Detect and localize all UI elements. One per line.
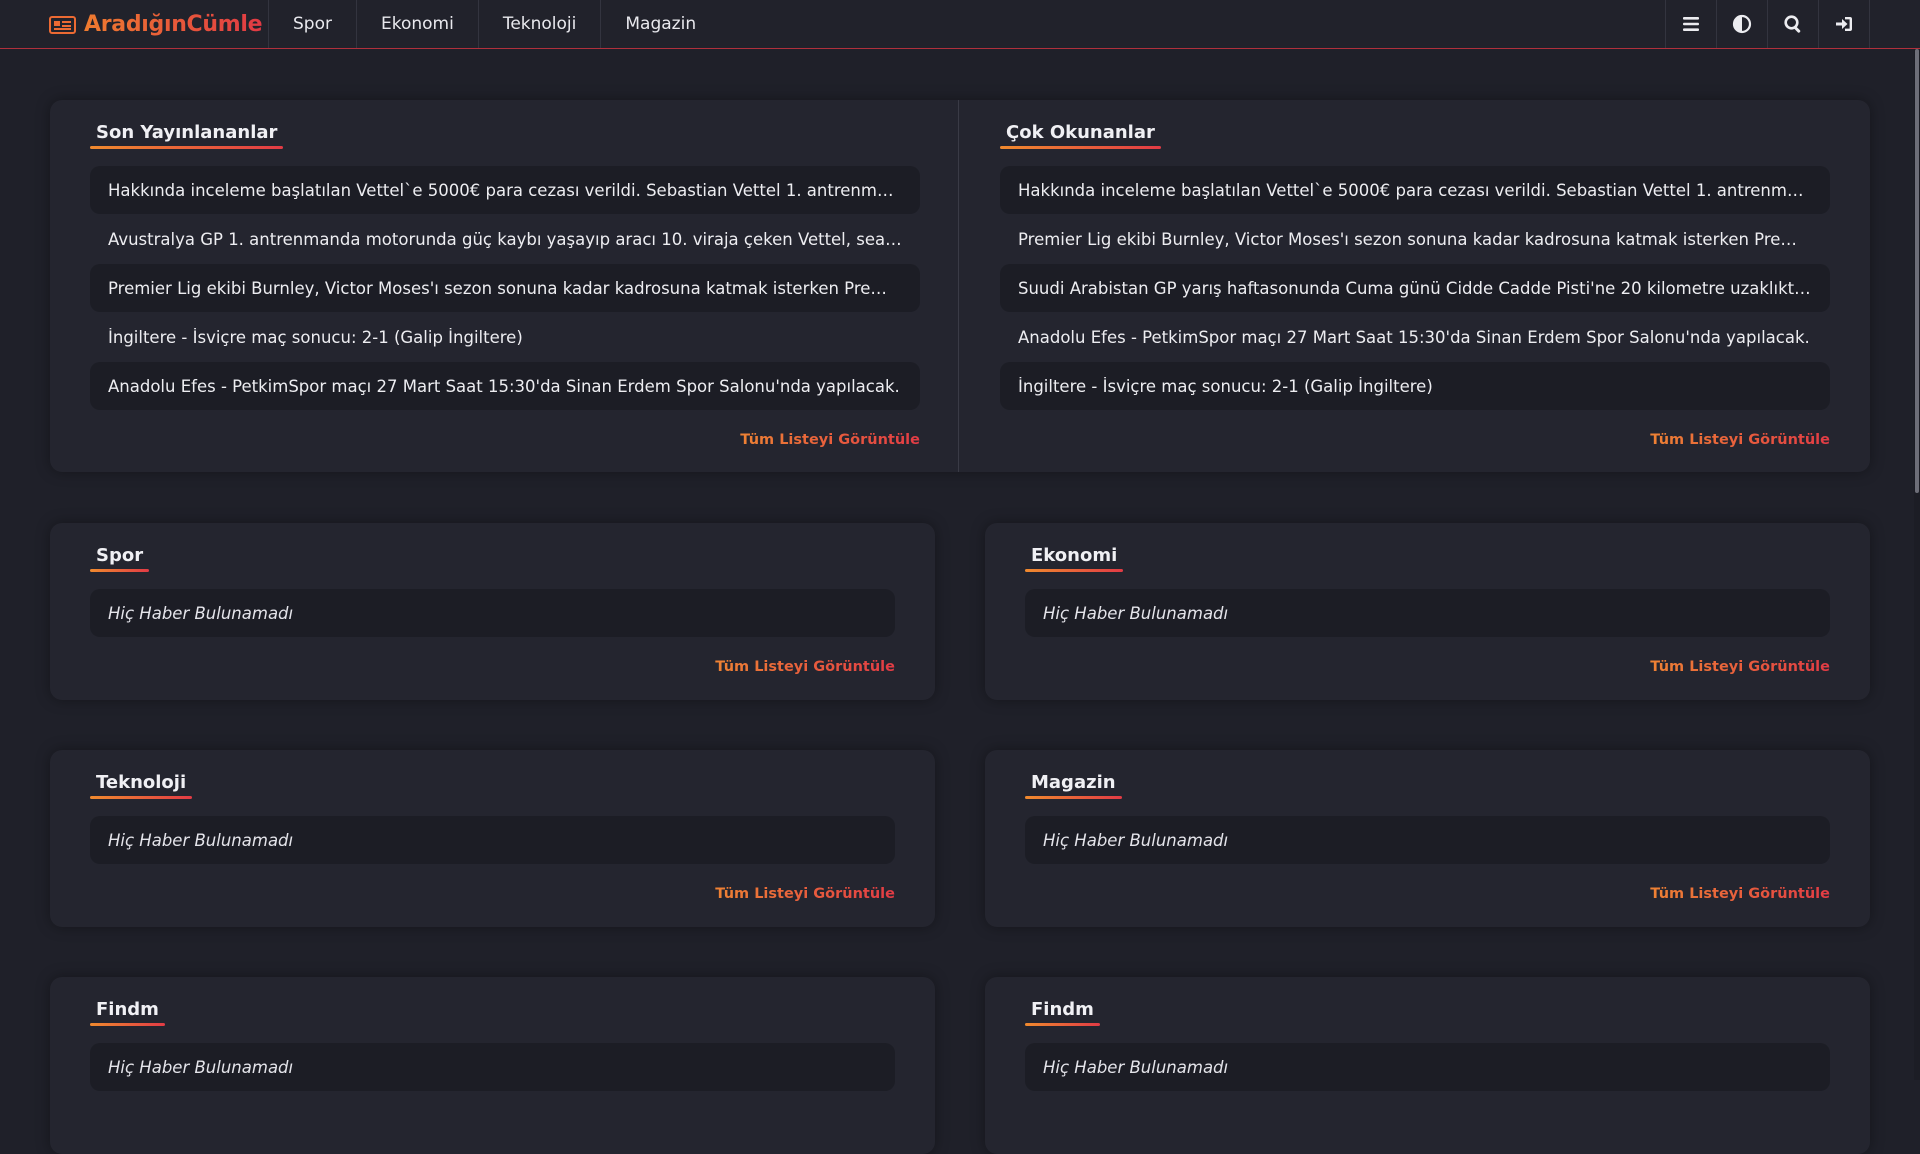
popular-item[interactable]: Suudi Arabistan GP yarış haftasonunda Cu… (1000, 264, 1830, 312)
contrast-icon (1732, 14, 1752, 34)
latest-item[interactable]: Hakkında inceleme başlatılan Vettel`e 50… (90, 166, 920, 214)
category-title: Findm (1025, 999, 1100, 1026)
popular-item[interactable]: Hakkında inceleme başlatılan Vettel`e 50… (1000, 166, 1830, 214)
latest-item[interactable]: Anadolu Efes - PetkimSpor maçı 27 Mart S… (90, 362, 920, 410)
magazin-view-all-link[interactable]: Tüm Listeyi Görüntüle (1590, 886, 1830, 902)
popular-item[interactable]: İngiltere - İsviçre maç sonucu: 2-1 (Gal… (1000, 362, 1830, 410)
brand-name: AradığınCümle (84, 12, 263, 37)
scrollbar-thumb[interactable] (1915, 49, 1919, 493)
menu-icon (1683, 17, 1699, 31)
category-title: Teknoloji (90, 772, 193, 799)
popular-title: Çok Okunanlar (1000, 122, 1161, 149)
brand-logo[interactable]: AradığınCümle (49, 0, 263, 49)
empty-news-message: Hiç Haber Bulunamadı (90, 589, 895, 637)
header-actions (1665, 0, 1870, 48)
nav-item-ekonomi[interactable]: Ekonomi (355, 0, 478, 48)
theme-toggle-button[interactable] (1716, 0, 1767, 48)
latest-title: Son Yayınlananlar (90, 122, 284, 149)
empty-news-message: Hiç Haber Bulunamadı (90, 816, 895, 864)
empty-news-message: Hiç Haber Bulunamadı (90, 1043, 895, 1091)
nav-item-spor[interactable]: Spor (268, 0, 356, 48)
highlights-divider (958, 100, 959, 472)
latest-item[interactable]: İngiltere - İsviçre maç sonucu: 2-1 (Gal… (90, 313, 920, 361)
latest-view-all-link[interactable]: Tüm Listeyi Görüntüle (680, 432, 920, 448)
search-icon (1784, 15, 1801, 33)
popular-view-all-link[interactable]: Tüm Listeyi Görüntüle (1590, 432, 1830, 448)
category-title: Spor (90, 545, 150, 572)
search-button[interactable] (1767, 0, 1818, 48)
newspaper-icon (49, 15, 76, 34)
menu-button[interactable] (1665, 0, 1716, 48)
main-nav: Spor Ekonomi Teknoloji Magazin (268, 0, 720, 48)
category-title: Magazin (1025, 772, 1122, 799)
spor-view-all-link[interactable]: Tüm Listeyi Görüntüle (655, 659, 895, 675)
nav-item-magazin[interactable]: Magazin (600, 0, 720, 48)
popular-item[interactable]: Anadolu Efes - PetkimSpor maçı 27 Mart S… (1000, 313, 1830, 361)
empty-news-message: Hiç Haber Bulunamadı (1025, 1043, 1830, 1091)
popular-item[interactable]: Premier Lig ekibi Burnley, Victor Moses'… (1000, 215, 1830, 263)
top-navbar: AradığınCümle Spor Ekonomi Teknoloji Mag… (0, 0, 1920, 49)
latest-item[interactable]: Premier Lig ekibi Burnley, Victor Moses'… (90, 264, 920, 312)
login-icon (1836, 17, 1852, 31)
empty-news-message: Hiç Haber Bulunamadı (1025, 589, 1830, 637)
ekonomi-view-all-link[interactable]: Tüm Listeyi Görüntüle (1590, 659, 1830, 675)
teknoloji-view-all-link[interactable]: Tüm Listeyi Görüntüle (655, 886, 895, 902)
nav-item-teknoloji[interactable]: Teknoloji (477, 0, 601, 48)
category-title: Ekonomi (1025, 545, 1124, 572)
latest-item[interactable]: Avustralya GP 1. antrenmanda motorunda g… (90, 215, 920, 263)
category-title: Findm (90, 999, 165, 1026)
empty-news-message: Hiç Haber Bulunamadı (1025, 816, 1830, 864)
login-button[interactable] (1818, 0, 1870, 48)
